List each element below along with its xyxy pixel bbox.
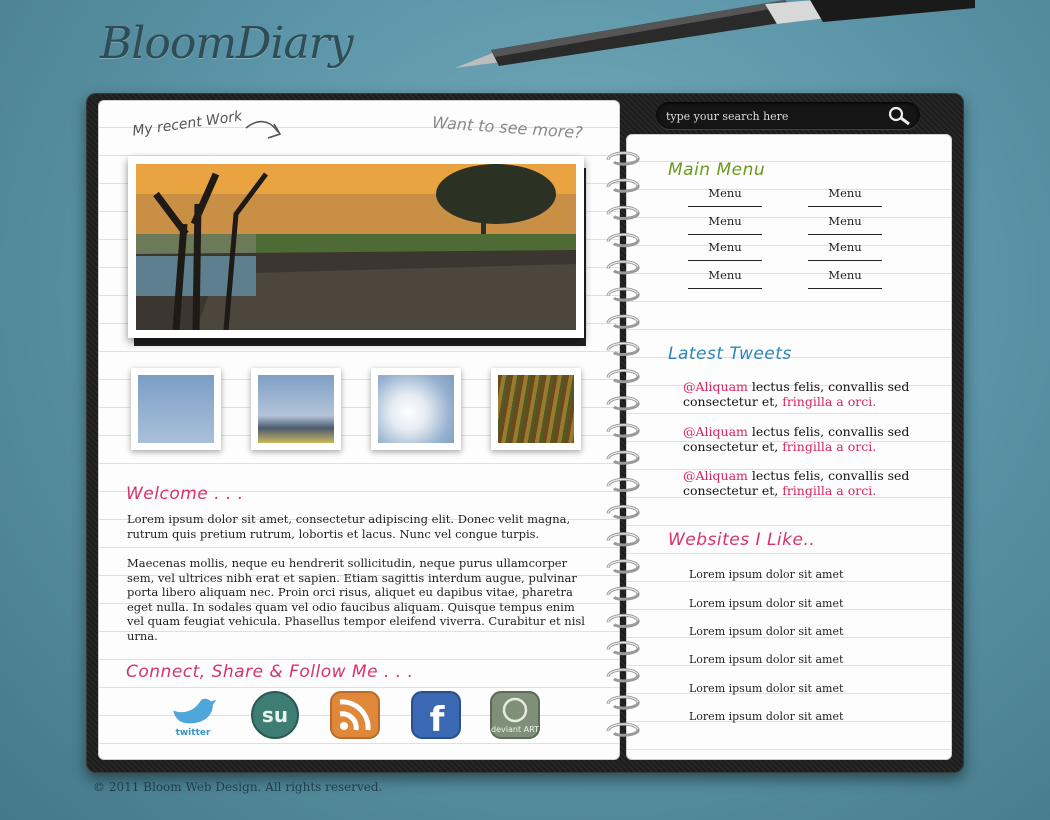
svg-text:su: su (262, 703, 288, 727)
website-link[interactable]: Lorem ipsum dolor sit amet (689, 710, 843, 723)
search-icon[interactable] (886, 105, 912, 127)
stumbleupon-icon[interactable]: su (248, 690, 302, 740)
website-link[interactable]: Lorem ipsum dolor sit amet (689, 597, 843, 610)
deviantart-icon[interactable]: deviant ART (488, 690, 542, 740)
twitter-icon[interactable]: twitter (166, 690, 220, 740)
menu-item-3[interactable]: Menu (688, 214, 762, 235)
connect-title: Connect, Share & Follow Me . . . (126, 662, 414, 682)
website-link[interactable]: Lorem ipsum dolor sit amet (689, 568, 843, 581)
thumbnail-image (498, 375, 574, 443)
rss-icon[interactable] (328, 690, 382, 740)
tweet-item: @Aliquam lectus felis, convallis sed con… (683, 379, 923, 409)
welcome-paragraph-1: Lorem ipsum dolor sit amet, consectetur … (127, 512, 571, 541)
tweet-link[interactable]: fringilla a orci. (782, 394, 876, 409)
thumbnail-image (378, 375, 454, 443)
website-link[interactable]: Lorem ipsum dolor sit amet (689, 625, 843, 638)
menu-item-6[interactable]: Menu (808, 240, 882, 261)
search-input[interactable] (666, 107, 876, 125)
featured-photo-image (136, 164, 576, 330)
welcome-title: Welcome . . . (126, 484, 244, 504)
thumbnail-4[interactable] (491, 368, 581, 450)
arrow-icon (245, 120, 282, 139)
svg-text:twitter: twitter (176, 728, 211, 738)
spiral-binding (606, 151, 640, 737)
featured-photo[interactable] (128, 156, 584, 338)
menu-item-2[interactable]: Menu (808, 186, 882, 207)
main-menu-title: Main Menu (668, 160, 766, 180)
thumbnail-image (138, 375, 214, 443)
tweet-handle[interactable]: @Aliquam (683, 468, 748, 483)
menu-item-7[interactable]: Menu (688, 268, 762, 289)
menu-item-5[interactable]: Menu (688, 240, 762, 261)
thumbnail-2[interactable] (251, 368, 341, 450)
menu-item-8[interactable]: Menu (808, 268, 882, 289)
svg-text:deviant ART: deviant ART (491, 725, 539, 734)
thumbnail-1[interactable] (131, 368, 221, 450)
tweet-handle[interactable]: @Aliquam (683, 379, 748, 394)
website-link[interactable]: Lorem ipsum dolor sit amet (689, 653, 843, 666)
websites-i-like-title: Websites I Like.. (668, 530, 816, 550)
tweet-link[interactable]: fringilla a orci. (782, 439, 876, 454)
svg-text:f: f (430, 700, 446, 740)
website-link[interactable]: Lorem ipsum dolor sit amet (689, 682, 843, 695)
tweet-item: @Aliquam lectus felis, convallis sed con… (683, 468, 923, 498)
tweet-item: @Aliquam lectus felis, convallis sed con… (683, 424, 923, 454)
latest-tweets-title: Latest Tweets (668, 344, 792, 364)
welcome-paragraph-2: Maecenas mollis, neque eu hendrerit soll… (127, 556, 585, 643)
tweet-handle[interactable]: @Aliquam (683, 424, 748, 439)
thumbnail-image (258, 375, 334, 443)
thumbnail-3[interactable] (371, 368, 461, 450)
pen-icon (455, 0, 975, 68)
tweet-link[interactable]: fringilla a orci. (782, 483, 876, 498)
footer-copyright: © 2011 Bloom Web Design. All rights rese… (93, 780, 383, 794)
search-bar[interactable] (656, 102, 920, 129)
facebook-icon[interactable]: f (409, 690, 463, 740)
site-logo[interactable]: BloomDiary (100, 18, 354, 69)
menu-item-1[interactable]: Menu (688, 186, 762, 207)
menu-item-4[interactable]: Menu (808, 214, 882, 235)
